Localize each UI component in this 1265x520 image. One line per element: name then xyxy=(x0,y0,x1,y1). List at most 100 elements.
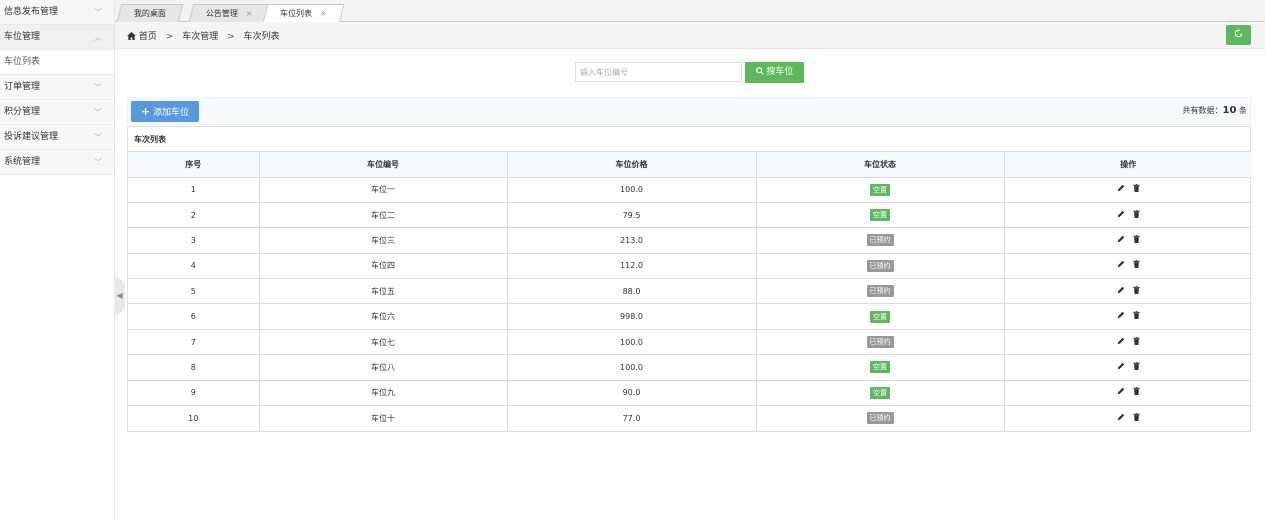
chevron-down-icon: ﹀ xyxy=(94,133,102,142)
tab-label: 公告管理 xyxy=(205,9,238,18)
cell-no: 9 xyxy=(128,380,260,407)
sidebar-item-info-publish[interactable]: 信息发布管理 ﹀ xyxy=(0,0,114,25)
cell-status: 空置 xyxy=(756,380,1005,407)
status-badge: 空置 xyxy=(870,310,890,323)
total-suffix: 条 xyxy=(1236,106,1247,115)
trash-icon[interactable] xyxy=(1133,184,1140,195)
table-row: 9 车位九 90.0 空置 xyxy=(128,380,1252,407)
cell-status: 已预约 xyxy=(756,227,1005,254)
cell-no: 6 xyxy=(128,303,260,330)
breadcrumb-home[interactable]: 首页 xyxy=(139,32,157,42)
cell-no: 4 xyxy=(128,253,260,280)
cell-price: 112.0 xyxy=(507,253,757,280)
trash-icon[interactable] xyxy=(1133,361,1140,373)
sidebar-subitem-parking-list[interactable]: 车位列表 xyxy=(0,50,114,75)
breadcrumb-separator: > xyxy=(165,32,174,42)
pencil-icon[interactable] xyxy=(1117,337,1125,348)
cell-actions xyxy=(1004,227,1252,254)
close-icon[interactable]: × xyxy=(320,5,327,22)
cell-status: 已预约 xyxy=(756,253,1005,280)
cell-code: 车位六 xyxy=(259,303,508,330)
sidebar-item-orders[interactable]: 订单管理 ﹀ xyxy=(0,75,114,100)
sidebar-item-complaints[interactable]: 投诉建议管理 ﹀ xyxy=(0,125,114,150)
pencil-icon[interactable] xyxy=(1117,260,1125,271)
trash-icon[interactable] xyxy=(1133,260,1140,271)
cell-actions xyxy=(1004,202,1252,229)
tab-announcement[interactable]: 公告管理 × xyxy=(188,4,271,22)
tab-parking-list[interactable]: 车位列表 × xyxy=(262,4,345,23)
column-header-price: 车位价格 xyxy=(507,152,757,178)
cell-code: 车位三 xyxy=(259,227,508,254)
pencil-icon[interactable] xyxy=(1117,210,1125,221)
status-badge: 空置 xyxy=(870,386,890,399)
cell-price: 213.0 xyxy=(507,227,757,254)
cell-actions xyxy=(1004,303,1252,330)
pencil-icon[interactable] xyxy=(1117,184,1125,195)
search-button[interactable]: 搜车位 xyxy=(745,62,804,83)
cell-price: 88.0 xyxy=(507,278,757,305)
cell-status: 空置 xyxy=(756,202,1005,229)
pencil-icon[interactable] xyxy=(1117,387,1125,398)
cell-no: 2 xyxy=(128,202,260,229)
pencil-icon[interactable] xyxy=(1117,235,1125,246)
pencil-icon[interactable] xyxy=(1117,286,1125,297)
trash-icon[interactable] xyxy=(1133,234,1140,246)
trash-icon[interactable] xyxy=(1133,412,1140,424)
status-badge: 空置 xyxy=(870,183,890,196)
refresh-button[interactable] xyxy=(1226,25,1251,45)
add-parking-button[interactable]: + 添加车位 xyxy=(131,101,199,122)
cell-code: 车位八 xyxy=(259,354,508,381)
trash-icon[interactable] xyxy=(1133,209,1140,221)
table-row: 7 车位七 100.0 已预约 xyxy=(128,329,1252,356)
status-badge: 已预约 xyxy=(866,259,894,272)
status-badge: 已预约 xyxy=(866,285,894,298)
trash-icon[interactable] xyxy=(1133,336,1140,348)
search-input[interactable] xyxy=(575,62,742,82)
plus-icon: + xyxy=(140,105,151,118)
pencil-icon[interactable] xyxy=(1117,362,1125,373)
status-badge: 已预约 xyxy=(866,234,894,247)
column-header-no: 序号 xyxy=(128,152,260,178)
cell-status: 已预约 xyxy=(756,278,1005,305)
cell-status: 已预约 xyxy=(756,405,1005,431)
trash-icon[interactable] xyxy=(1133,387,1140,398)
sidebar-item-points[interactable]: 积分管理 ﹀ xyxy=(0,100,114,125)
breadcrumb-level1[interactable]: 车次管理 xyxy=(182,32,218,42)
cell-price: 90.0 xyxy=(507,380,757,407)
sidebar-item-label: 订单管理 xyxy=(4,82,41,92)
trash-icon[interactable] xyxy=(1133,285,1140,297)
close-icon[interactable]: × xyxy=(246,5,253,22)
table-toolbar: + 添加车位 共有数据：10 条 xyxy=(127,97,1251,125)
cell-actions xyxy=(1004,354,1252,381)
cell-price: 77.0 xyxy=(507,405,757,431)
table-row: 2 车位二 79.5 空置 xyxy=(128,202,1252,229)
sidebar-item-parking-manage[interactable]: 车位管理 ︿ xyxy=(0,25,114,50)
table-row: 4 车位四 112.0 已预约 xyxy=(128,253,1252,280)
cell-no: 3 xyxy=(128,227,260,254)
tab-label: 车位列表 xyxy=(280,9,312,18)
cell-status: 空置 xyxy=(756,177,1005,203)
cell-code: 车位四 xyxy=(259,253,508,280)
pencil-icon[interactable] xyxy=(1117,311,1125,322)
cell-actions xyxy=(1004,177,1252,203)
pencil-icon[interactable] xyxy=(1117,413,1125,424)
column-header-code: 车位编号 xyxy=(259,152,508,178)
breadcrumb-level2: 车次列表 xyxy=(243,32,280,42)
table-row: 6 车位六 998.0 空置 xyxy=(128,303,1252,330)
sidebar-item-system[interactable]: 系统管理 ﹀ xyxy=(0,150,114,175)
status-badge: 空置 xyxy=(870,209,890,222)
cell-code: 车位七 xyxy=(259,329,508,356)
cell-actions xyxy=(1004,329,1252,356)
chevron-down-icon: ﹀ xyxy=(94,158,102,167)
cell-price: 100.0 xyxy=(507,177,757,203)
sidebar-item-label: 积分管理 xyxy=(4,107,41,117)
refresh-icon xyxy=(1234,29,1243,40)
tab-my-desktop[interactable]: 我的桌面 xyxy=(116,4,184,22)
trash-icon[interactable] xyxy=(1133,311,1140,322)
parking-table-panel: 车次列表 序号 车位编号 车位价格 车位状态 操作 1 车位一 100.0 空置 2 车位… xyxy=(127,126,1252,432)
add-button-label: 添加车位 xyxy=(153,108,190,118)
chevron-down-icon: ﹀ xyxy=(94,83,102,92)
sidebar-collapse-handle[interactable]: ◀ xyxy=(114,277,125,315)
table-row: 5 车位五 88.0 已预约 xyxy=(128,278,1252,305)
table-caption: 车次列表 xyxy=(128,127,1250,152)
